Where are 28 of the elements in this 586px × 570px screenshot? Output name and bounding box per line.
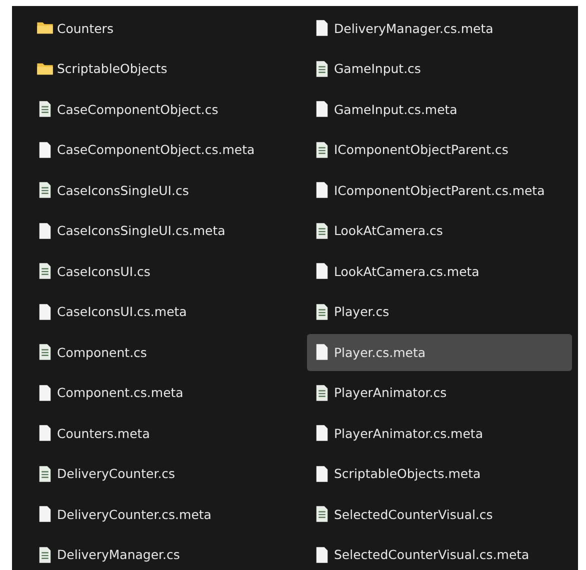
file-item[interactable]: SelectedCounterVisual.cs: [307, 496, 572, 532]
file-item[interactable]: LookAtCamera.cs.meta: [307, 253, 572, 290]
file-item[interactable]: Counters: [30, 10, 295, 46]
file-item[interactable]: IComponentObjectParent.cs.meta: [307, 172, 572, 208]
file-item[interactable]: LookAtCamera.cs: [307, 212, 572, 249]
file-item[interactable]: Component.cs: [30, 334, 295, 370]
file-item[interactable]: Player.cs: [307, 294, 572, 330]
file-item[interactable]: Counters.meta: [30, 415, 295, 452]
file-item[interactable]: SelectedCounterVisual.cs.meta: [307, 536, 572, 570]
file-item[interactable]: CaseIconsSingleUI.cs.meta: [30, 212, 295, 249]
file-item[interactable]: PlayerAnimator.cs.meta: [307, 415, 572, 452]
file-item[interactable]: DeliveryManager.cs.meta: [307, 10, 572, 46]
file-item[interactable]: DeliveryManager.cs: [30, 536, 295, 570]
file-item[interactable]: CaseComponentObject.cs: [30, 91, 295, 128]
file-item[interactable]: Player.cs.meta: [307, 334, 572, 370]
file-item[interactable]: CaseComponentObject.cs.meta: [30, 132, 295, 168]
file-item[interactable]: CaseIconsUI.cs.meta: [30, 294, 295, 330]
file-item[interactable]: DeliveryCounter.cs.meta: [30, 496, 295, 532]
file-item[interactable]: GameInput.cs: [307, 50, 572, 87]
file-item[interactable]: Component.cs.meta: [30, 374, 295, 411]
file-item[interactable]: PlayerAnimator.cs: [307, 374, 572, 411]
file-item[interactable]: CaseIconsSingleUI.cs: [30, 172, 295, 208]
file-item[interactable]: DeliveryCounter.cs: [30, 456, 295, 492]
file-item[interactable]: ScriptableObjects: [30, 50, 295, 87]
file-item[interactable]: IComponentObjectParent.cs: [307, 132, 572, 168]
file-item[interactable]: GameInput.cs.meta: [307, 91, 572, 128]
file-item[interactable]: ScriptableObjects.meta: [307, 456, 572, 492]
file-item[interactable]: CaseIconsUI.cs: [30, 253, 295, 290]
